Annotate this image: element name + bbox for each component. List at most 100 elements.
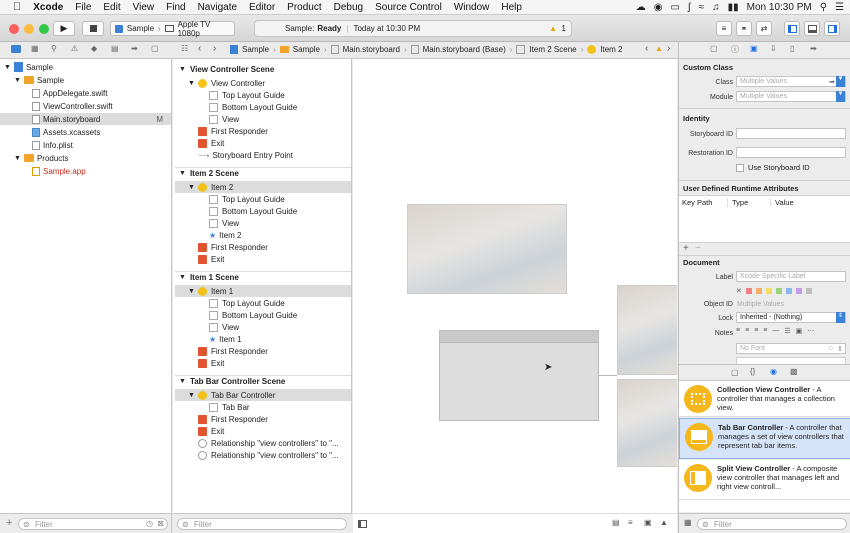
disclosure-open-icon[interactable]: ▼ (188, 184, 195, 191)
eye-icon[interactable]: ◉ (654, 2, 663, 13)
outline-item[interactable]: Bottom Layout Guide (209, 205, 297, 217)
outline-item-selected[interactable]: ▼ Item 1 (175, 285, 351, 297)
text-color-icon[interactable]: ▣ (796, 327, 803, 335)
debug-navigator-icon[interactable]: ▤ (111, 44, 119, 53)
dropdown-arrow-icon[interactable]: ⇕ (836, 312, 845, 323)
object-library-icon[interactable]: ◉ (770, 367, 777, 376)
navigator-filter-input[interactable]: ⊜ Filter ◷ ⊠ (18, 518, 168, 530)
outline-item[interactable]: View (209, 217, 239, 229)
menu-source-control[interactable]: Source Control (375, 2, 442, 13)
embed-stack-icon[interactable]: ▤ (612, 518, 620, 527)
runtime-attributes-table[interactable]: Key Path Type Value (679, 195, 850, 243)
outline-item[interactable]: Top Layout Guide (209, 89, 285, 101)
wifi-icon[interactable]: ≈ (699, 2, 705, 13)
related-items-icon[interactable]: ☷ (181, 44, 188, 53)
warning-count[interactable]: 1 (562, 24, 566, 33)
color-swatch-red[interactable] (745, 288, 752, 294)
run-button[interactable]: ▶ (53, 21, 75, 36)
disclosure-open-icon[interactable]: ▼ (14, 155, 21, 162)
class-field[interactable]: Multiple Values ➡ ▼ (736, 76, 846, 87)
module-field[interactable]: Multiple Values ▼ (736, 91, 846, 102)
align-icon[interactable]: ≡ (628, 518, 633, 527)
media-library-icon[interactable]: ▩ (790, 367, 798, 376)
library-item[interactable]: Collection View Controller - A controlle… (679, 381, 850, 417)
prev-issue-icon[interactable]: ‹ (645, 43, 648, 54)
restoration-id-field[interactable] (736, 147, 846, 158)
menu-product[interactable]: Product (287, 2, 321, 13)
library-filter-input[interactable]: ⊜ Filter (697, 518, 847, 530)
outline-item[interactable]: Bottom Layout Guide (209, 309, 297, 321)
tree-row-group[interactable]: ▼ Products (14, 152, 170, 164)
color-swatch-purple[interactable] (795, 288, 802, 294)
cloud-icon[interactable]: ☁ (636, 2, 646, 13)
forward-arrow-icon[interactable]: › (213, 43, 216, 54)
warning-icon[interactable]: ▲ (549, 24, 557, 33)
scene-view-controller[interactable] (407, 204, 567, 294)
tree-row-file[interactable]: Assets.xcassets (32, 126, 170, 138)
tree-row-file[interactable]: Info.plist (32, 139, 170, 151)
crumb-file[interactable]: Main.storyboard (343, 45, 400, 54)
scene-item-1[interactable] (617, 285, 677, 375)
toggle-navigator-button[interactable] (784, 21, 800, 36)
disclosure-open-icon[interactable]: ▼ (179, 274, 186, 281)
menu-window[interactable]: Window (454, 2, 490, 13)
disclosure-open-icon[interactable]: ▼ (4, 64, 11, 71)
scene-header[interactable]: ▼ Item 2 Scene (175, 167, 351, 179)
tree-row-file[interactable]: Sample.app (32, 165, 170, 177)
clear-color-icon[interactable]: ✕ (736, 287, 742, 295)
apple-menu-icon[interactable]:  (13, 1, 21, 13)
help-inspector-icon[interactable]: ⓘ (731, 44, 739, 55)
align-right-icon[interactable]: ≡ (754, 327, 758, 335)
file-template-library-icon[interactable]: ▢ (731, 368, 739, 377)
tree-row-file-selected[interactable]: Main.storyboard M (0, 113, 171, 125)
remove-attribute-icon[interactable]: − (695, 243, 701, 254)
minimize-window-button[interactable] (24, 24, 34, 34)
align-center-icon[interactable]: ≡ (745, 327, 749, 335)
volume-icon[interactable]: ♫ (712, 2, 720, 13)
outline-item[interactable]: Tab Bar (209, 401, 250, 413)
outline-item[interactable]: First Responder (198, 345, 268, 357)
toggle-utilities-button[interactable] (824, 21, 840, 36)
justify-icon[interactable]: ≡ (763, 327, 767, 335)
menu-view[interactable]: View (133, 2, 155, 13)
cast-icon[interactable]: ▭ (670, 2, 679, 13)
disclosure-open-icon[interactable]: ▼ (14, 77, 21, 84)
checkbox-icon[interactable] (736, 163, 744, 172)
outline-item[interactable]: Exit (198, 357, 224, 369)
breakpoint-navigator-icon[interactable]: ➡ (131, 44, 138, 53)
standard-editor-button[interactable]: ≡ (716, 21, 732, 36)
attributes-inspector-icon[interactable]: ⇩ (770, 44, 777, 53)
scheme-selector[interactable]: Sample › Apple TV 1080p (110, 20, 235, 38)
identity-inspector-icon[interactable]: ▣ (750, 44, 758, 53)
outline-item[interactable]: Bottom Layout Guide (209, 101, 297, 113)
scm-filter-icon[interactable]: ⊠ (157, 519, 164, 528)
library-item-partial[interactable] (679, 500, 850, 512)
pin-icon[interactable]: ▣ (644, 518, 652, 527)
outline-item[interactable]: Exit (198, 425, 224, 437)
library-item-selected[interactable]: Tab Bar Controller - A controller that m… (679, 418, 850, 459)
label-color-swatches[interactable]: ✕ (736, 287, 812, 295)
disclosure-open-icon[interactable]: ▼ (179, 170, 186, 177)
menu-xcode[interactable]: Xcode (33, 2, 63, 13)
project-navigator-icon[interactable] (11, 45, 21, 53)
natural-align-icon[interactable]: — (772, 327, 779, 335)
color-swatch-green[interactable] (775, 288, 782, 294)
scene-item-2[interactable] (617, 379, 677, 467)
outline-item[interactable]: ★ Item 2 (209, 229, 241, 241)
outline-item[interactable]: Relationship "view controllers" to "... (198, 437, 339, 449)
color-swatch-orange[interactable] (755, 288, 762, 294)
list-icon[interactable]: ☰ (784, 327, 790, 335)
color-swatch-blue[interactable] (785, 288, 792, 294)
size-inspector-icon[interactable]: ▯ (790, 44, 794, 53)
back-arrow-icon[interactable]: ‹ (198, 43, 201, 54)
outline-item[interactable]: Top Layout Guide (209, 297, 285, 309)
scene-header[interactable]: ▼ View Controller Scene (175, 63, 351, 75)
resolve-icon[interactable]: ▲ (660, 518, 668, 527)
menu-debug[interactable]: Debug (334, 2, 363, 13)
outline-item[interactable]: First Responder (198, 241, 268, 253)
clock-filter-icon[interactable]: ◷ (146, 519, 153, 528)
scene-tab-bar-controller[interactable] (439, 330, 599, 421)
code-snippet-library-icon[interactable]: {} (750, 367, 755, 376)
arrow-circle-icon[interactable]: ➡ (829, 78, 835, 86)
add-attribute-icon[interactable]: + (683, 243, 689, 254)
